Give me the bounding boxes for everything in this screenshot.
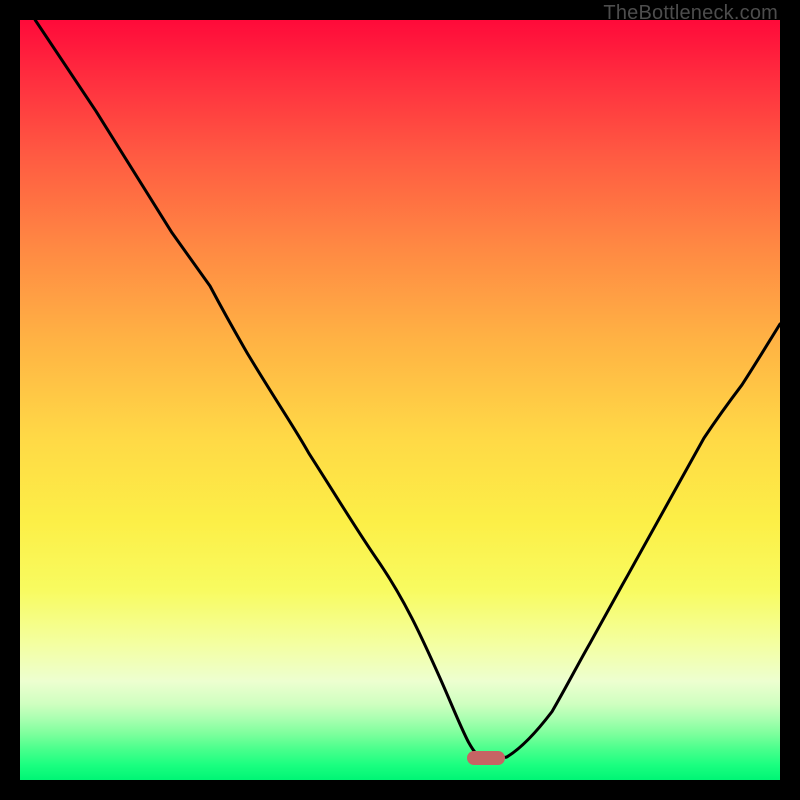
optimal-marker — [467, 751, 505, 765]
bottleneck-curve — [20, 20, 780, 780]
chart-frame: TheBottleneck.com — [0, 0, 800, 800]
watermark-text: TheBottleneck.com — [603, 2, 778, 25]
